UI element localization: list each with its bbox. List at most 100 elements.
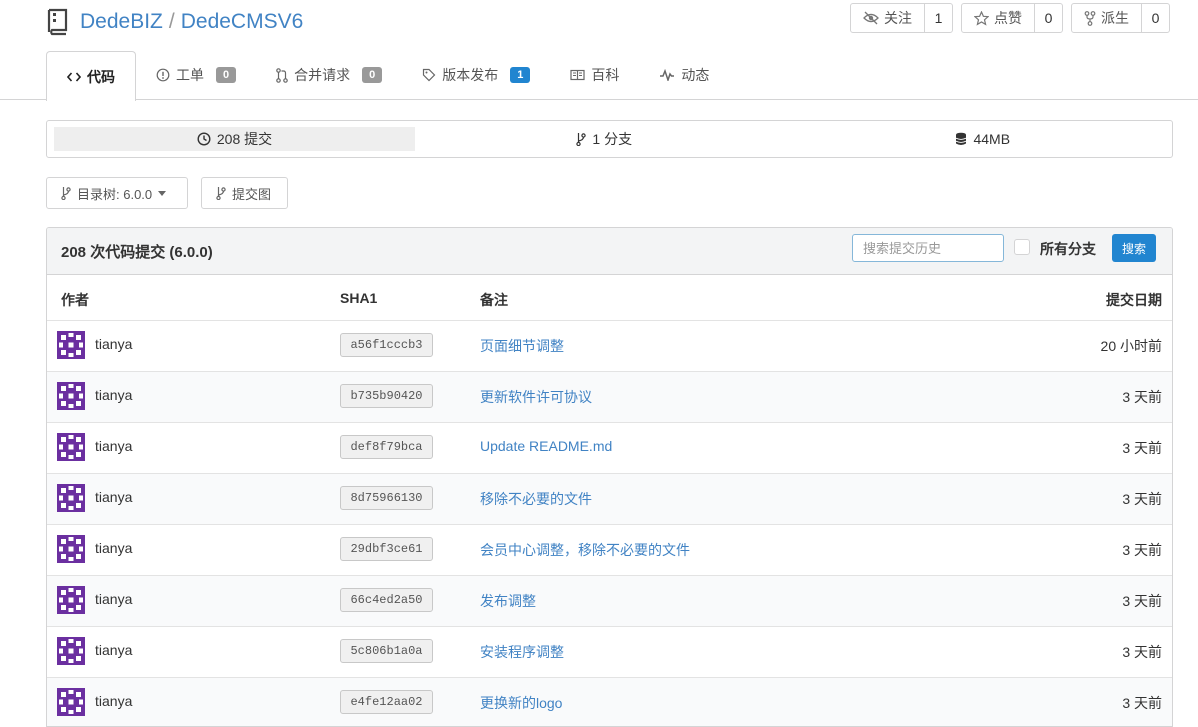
- commit-message-link[interactable]: 安装程序调整: [480, 642, 564, 662]
- commits-stat-label: 208 提交: [216, 131, 273, 147]
- commit-date: 3 天前: [1122, 542, 1162, 558]
- tab-releases[interactable]: 版本发布 1: [402, 51, 550, 99]
- avatar[interactable]: [57, 484, 85, 512]
- commit-message-link[interactable]: 更换新的logo: [480, 693, 562, 713]
- tag-icon: [422, 68, 436, 82]
- commit-sha-button[interactable]: b735b90420: [340, 384, 433, 408]
- fork-label: 派生: [1101, 10, 1129, 26]
- book-icon: [570, 69, 585, 81]
- tab-activity-label: 动态: [681, 67, 710, 83]
- repo-header: DedeBIZ / DedeCMSV6 关注 1 点赞 0 派生 0 代码 工单…: [0, 0, 1198, 101]
- all-branches-label[interactable]: 所有分支: [1040, 239, 1096, 259]
- releases-count-badge: 1: [510, 67, 531, 83]
- commit-sha-button[interactable]: 5c806b1a0a: [340, 639, 433, 663]
- commit-sha-button[interactable]: e4fe12aa02: [340, 690, 433, 714]
- fork-button[interactable]: 派生 0: [1071, 3, 1170, 33]
- pull-requests-count-badge: 0: [362, 67, 383, 83]
- commits-panel-header: 208 次代码提交 (6.0.0) 所有分支 搜索: [47, 228, 1172, 275]
- commit-row: tianya a56f1cccb3 页面细节调整 20 小时前: [47, 321, 1172, 372]
- commit-date: 3 天前: [1122, 695, 1162, 711]
- commit-message-link[interactable]: 发布调整: [480, 591, 536, 611]
- repo-owner-link[interactable]: DedeBIZ: [80, 10, 163, 33]
- tab-wiki[interactable]: 百科: [550, 51, 639, 99]
- avatar[interactable]: [57, 535, 85, 563]
- commit-sha-button[interactable]: 66c4ed2a50: [340, 588, 433, 612]
- commit-author[interactable]: tianya: [95, 438, 132, 454]
- watch-count[interactable]: 1: [924, 4, 952, 32]
- branch-selector-dropdown[interactable]: 目录树: 6.0.0: [46, 177, 188, 209]
- branch-icon: [61, 186, 71, 200]
- tab-pull-requests[interactable]: 合并请求 0: [256, 51, 402, 99]
- commit-author[interactable]: tianya: [95, 591, 132, 607]
- title-separator: /: [168, 10, 175, 33]
- commit-graph-button[interactable]: 提交图: [201, 177, 288, 209]
- size-stat-label: 44MB: [973, 131, 1011, 147]
- tab-releases-label: 版本发布: [442, 67, 499, 83]
- watch-button[interactable]: 关注 1: [850, 3, 953, 33]
- commit-author[interactable]: tianya: [95, 642, 132, 658]
- avatar[interactable]: [57, 331, 85, 359]
- star-count[interactable]: 0: [1034, 4, 1062, 32]
- commit-author[interactable]: tianya: [95, 336, 132, 352]
- tab-issues[interactable]: 工单 0: [136, 51, 256, 99]
- tab-pull-requests-label: 合并请求: [294, 67, 351, 83]
- commit-sha-button[interactable]: 29dbf3ce61: [340, 537, 433, 561]
- commit-message-link[interactable]: 更新软件许可协议: [480, 387, 592, 407]
- pulse-icon: [659, 69, 675, 81]
- column-sha: SHA1: [340, 290, 378, 306]
- column-message: 备注: [480, 292, 508, 308]
- commit-author[interactable]: tianya: [95, 387, 132, 403]
- commit-row: tianya 29dbf3ce61 会员中心调整，移除不必要的文件 3 天前: [47, 525, 1172, 576]
- commits-panel-title: 208 次代码提交 (6.0.0): [61, 243, 213, 261]
- commit-row: tianya def8f79bca Update README.md 3 天前: [47, 423, 1172, 474]
- tab-code-label: 代码: [87, 68, 115, 85]
- commit-sha-button[interactable]: a56f1cccb3: [340, 333, 433, 357]
- avatar[interactable]: [57, 586, 85, 614]
- commit-author[interactable]: tianya: [95, 693, 132, 709]
- tab-code[interactable]: 代码: [46, 51, 136, 101]
- avatar[interactable]: [57, 637, 85, 665]
- commit-date: 3 天前: [1122, 644, 1162, 660]
- commit-search-input[interactable]: [852, 234, 1004, 262]
- commit-graph-label: 提交图: [232, 186, 272, 202]
- branch-selector-label: 目录树: 6.0.0: [77, 186, 153, 202]
- commits-table-body: tianya a56f1cccb3 页面细节调整 20 小时前 tianya b735b9…: [47, 321, 1172, 726]
- branches-stat[interactable]: 1 分支: [415, 127, 794, 151]
- all-branches-checkbox[interactable]: [1014, 239, 1030, 255]
- commit-row: tianya 5c806b1a0a 安装程序调整 3 天前: [47, 627, 1172, 678]
- commit-message-link[interactable]: 页面细节调整: [480, 336, 564, 356]
- repo-name-link[interactable]: DedeCMSV6: [181, 10, 304, 33]
- tab-activity[interactable]: 动态: [639, 51, 729, 99]
- history-icon: [197, 132, 211, 146]
- column-author: 作者: [61, 292, 89, 308]
- star-icon: [974, 10, 989, 26]
- commit-date: 3 天前: [1122, 593, 1162, 609]
- issue-icon: [156, 68, 170, 82]
- commit-sha-button[interactable]: def8f79bca: [340, 435, 433, 459]
- star-button[interactable]: 点赞 0: [961, 3, 1063, 33]
- commit-author[interactable]: tianya: [95, 540, 132, 556]
- code-icon: [67, 71, 81, 83]
- branch-icon: [576, 132, 587, 146]
- search-button[interactable]: 搜索: [1112, 234, 1156, 262]
- branch-icon: [216, 186, 226, 200]
- commit-date: 3 天前: [1122, 440, 1162, 456]
- commit-message-link[interactable]: Update README.md: [480, 438, 612, 454]
- star-label: 点赞: [994, 10, 1022, 26]
- avatar[interactable]: [57, 382, 85, 410]
- commits-stat[interactable]: 208 提交: [54, 127, 415, 151]
- commit-date: 3 天前: [1122, 491, 1162, 507]
- commit-message-link[interactable]: 移除不必要的文件: [480, 489, 592, 509]
- commits-table-header: 作者 SHA1 备注 提交日期: [47, 275, 1172, 321]
- commit-sha-button[interactable]: 8d75966130: [340, 486, 433, 510]
- fork-count[interactable]: 0: [1141, 4, 1169, 32]
- commit-date: 20 小时前: [1100, 338, 1162, 354]
- avatar[interactable]: [57, 688, 85, 716]
- commits-panel: 208 次代码提交 (6.0.0) 所有分支 搜索 作者 SHA1 备注 提交日…: [46, 227, 1173, 727]
- repo-tabs: 代码 工单 0 合并请求 0 版本发布 1 百科 动态: [46, 51, 729, 101]
- repo-title: DedeBIZ / DedeCMSV6: [80, 8, 303, 36]
- commit-author[interactable]: tianya: [95, 489, 132, 505]
- commit-message-link[interactable]: 会员中心调整，移除不必要的文件: [480, 540, 690, 560]
- tab-wiki-label: 百科: [591, 67, 620, 83]
- avatar[interactable]: [57, 433, 85, 461]
